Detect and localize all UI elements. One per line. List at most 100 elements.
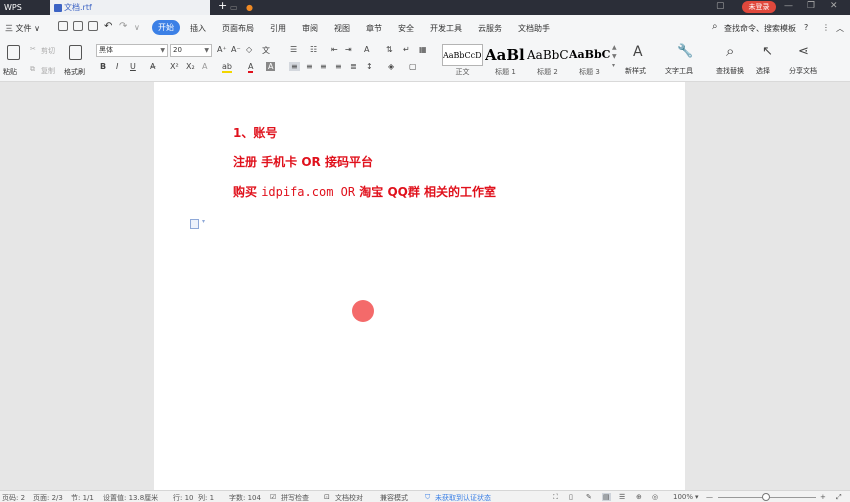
fullscreen-icon[interactable]: ⛶	[553, 493, 558, 502]
spellcheck-button[interactable]: 拼写检查	[281, 493, 309, 502]
align-center-icon[interactable]: ≡	[306, 62, 313, 71]
quick-access-more-icon[interactable]: ∨	[134, 23, 140, 32]
increase-indent-icon[interactable]: ⇥	[345, 45, 352, 54]
chinese-layout-icon[interactable]: A	[364, 45, 369, 54]
new-style-icon[interactable]: A	[633, 44, 643, 60]
clear-format-icon[interactable]: ◇	[246, 45, 252, 54]
document-area[interactable]: 1、账号 注册 手机卡 OR 接码平台 购买 idpifa.com OR 淘宝 …	[0, 82, 850, 490]
justify-icon[interactable]: ≡	[335, 62, 342, 71]
search-icon[interactable]: ⌕	[712, 21, 718, 32]
style-scroll-icon[interactable]: ▲ ▼ ▾	[612, 43, 617, 70]
align-left-icon[interactable]: ≡	[289, 62, 300, 71]
web-view-icon[interactable]: ⊕	[636, 493, 642, 501]
print-icon[interactable]	[73, 21, 83, 31]
shrink-font-icon[interactable]: A⁻	[231, 45, 241, 54]
copy-icon[interactable]: ⧉	[30, 65, 35, 74]
char-shading-icon[interactable]: A	[266, 62, 276, 71]
share-icon[interactable]: ⋖	[798, 44, 809, 59]
format-painter-button[interactable]: 格式刷	[64, 67, 85, 77]
tab-security[interactable]: 安全	[398, 23, 414, 34]
italic-button[interactable]: I	[116, 62, 118, 71]
reading-mode-icon[interactable]: ▯	[569, 493, 573, 501]
style-heading-1[interactable]: AaBl	[485, 44, 526, 66]
phonetic-guide-icon[interactable]: 文	[262, 45, 270, 56]
paste-icon[interactable]	[7, 45, 20, 60]
tab-review[interactable]: 审阅	[302, 23, 318, 34]
cert-status[interactable]: 未获取到认证状态	[435, 493, 491, 502]
grow-font-icon[interactable]: A⁺	[217, 45, 227, 54]
tab-developer[interactable]: 开发工具	[430, 23, 462, 34]
wps-app-button[interactable]: WPS	[0, 0, 50, 15]
doc-line-1[interactable]: 1、账号	[233, 124, 277, 141]
table-tools-icon[interactable]: ▦	[419, 45, 427, 54]
undo-icon[interactable]: ↶	[104, 21, 112, 32]
zoom-level[interactable]: 100%	[673, 493, 693, 501]
zoom-slider-handle[interactable]	[762, 493, 770, 501]
status-section[interactable]: 节: 1/1	[71, 493, 94, 502]
cursor-arrow-icon[interactable]: ↖	[762, 44, 773, 59]
tab-references[interactable]: 引用	[270, 23, 286, 34]
strikethrough-icon[interactable]: A̶	[150, 62, 155, 71]
borders-icon[interactable]: ▢	[409, 62, 417, 71]
redo-icon[interactable]: ↷	[119, 21, 127, 32]
spellcheck-icon[interactable]: ☑	[270, 493, 276, 501]
shading-icon[interactable]: ◈	[388, 62, 394, 71]
highlight-icon[interactable]: ab	[222, 62, 232, 73]
share-doc-button[interactable]: 分享文档	[789, 66, 817, 76]
text-tools-button[interactable]: 文字工具	[665, 66, 693, 76]
window-layout-icon[interactable]: ▢	[716, 1, 725, 11]
font-name-select[interactable]: 黑体 ▼	[96, 44, 168, 57]
tab-chapter[interactable]: 章节	[366, 23, 382, 34]
numbering-icon[interactable]: ☷	[310, 45, 317, 54]
status-word-count[interactable]: 字数: 104	[229, 493, 261, 502]
font-color-icon[interactable]: A	[248, 62, 254, 73]
bullets-icon[interactable]: ☰	[290, 45, 297, 54]
tab-view[interactable]: 视图	[334, 23, 350, 34]
proofread-icon[interactable]: ⊡	[324, 493, 330, 501]
doc-line-3[interactable]: 购买 idpifa.com OR 淘宝 QQ群 相关的工作室	[233, 183, 496, 200]
command-search[interactable]: 查找命令、搜索模板	[724, 23, 796, 34]
document-page[interactable]: 1、账号 注册 手机卡 OR 接码平台 购买 idpifa.com OR 淘宝 …	[154, 82, 685, 490]
page-view-icon[interactable]: ▤	[602, 493, 611, 501]
decrease-indent-icon[interactable]: ⇤	[331, 45, 338, 54]
print-preview-icon[interactable]	[88, 21, 98, 31]
tab-home[interactable]: 开始	[152, 20, 180, 35]
tab-window-icon[interactable]: ▭	[230, 0, 238, 15]
style-heading-2[interactable]: AaBbC	[527, 44, 568, 66]
zoom-chevron-icon[interactable]: ▾	[695, 493, 699, 501]
superscript-icon[interactable]: X²	[170, 62, 179, 71]
line-spacing-icon[interactable]: ↕	[366, 62, 373, 71]
file-menu[interactable]: 三 文件 ∨	[5, 23, 40, 34]
format-painter-icon[interactable]	[69, 45, 82, 60]
wrench-icon[interactable]: 🔧	[677, 44, 693, 59]
status-pages[interactable]: 页面: 2/3	[33, 493, 63, 502]
underline-button[interactable]: U	[130, 62, 136, 71]
document-tab[interactable]: 文档.rtf ▭ ●	[50, 0, 253, 15]
copy-button[interactable]: 复制	[41, 66, 55, 76]
magnifier-icon[interactable]: ⌕	[726, 42, 734, 60]
pen-icon[interactable]: ✎	[586, 493, 592, 501]
help-icon[interactable]: ?	[804, 23, 808, 32]
restore-button[interactable]: ❐	[807, 1, 815, 11]
zoom-out-button[interactable]: —	[706, 493, 713, 501]
find-replace-button[interactable]: 查找替换	[716, 66, 744, 76]
marker-chevron-icon[interactable]: ▾	[202, 218, 205, 225]
login-button[interactable]: 未登录	[742, 1, 776, 13]
eye-protection-icon[interactable]: ◎	[652, 493, 658, 501]
align-right-icon[interactable]: ≡	[320, 62, 327, 71]
style-heading-3[interactable]: AaBbC	[569, 44, 610, 66]
sort-icon[interactable]: ⇅	[386, 45, 393, 54]
new-tab-button[interactable]: +	[218, 0, 227, 12]
paste-button[interactable]: 粘贴	[3, 67, 17, 77]
collapse-ribbon-icon[interactable]: ︿	[836, 23, 844, 34]
select-button[interactable]: 选择	[756, 66, 770, 76]
outline-view-icon[interactable]: ☰	[619, 493, 625, 501]
new-style-button[interactable]: 新样式	[625, 66, 646, 76]
more-icon[interactable]: ⋮	[822, 23, 830, 32]
status-page-number[interactable]: 页码: 2	[2, 493, 25, 502]
close-button[interactable]: ✕	[830, 1, 838, 11]
cut-button[interactable]: 剪切	[41, 46, 55, 56]
show-marks-icon[interactable]: ↵	[403, 45, 410, 54]
proofread-button[interactable]: 文档校对	[335, 493, 363, 502]
bold-button[interactable]: B	[100, 62, 106, 71]
